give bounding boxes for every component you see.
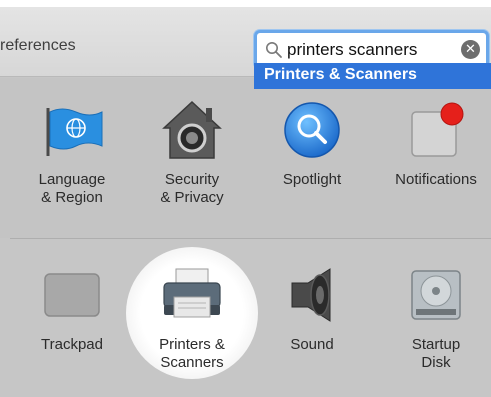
pane-sound[interactable]: Sound [262,239,362,397]
magnifier-icon [284,102,340,158]
pane-label: Printers & [159,336,225,353]
pane-security-privacy[interactable]: Security & Privacy [142,78,242,238]
pane-label: Trackpad [41,336,103,353]
pane-label: & Region [41,189,103,206]
hard-disk-icon [411,270,461,320]
notifications-icon [411,102,464,157]
clear-search-icon[interactable]: ✕ [461,40,480,59]
pane-printers-scanners[interactable]: Printers & Scanners [142,239,242,397]
pane-label: Startup [411,336,461,353]
flag-globe-icon [46,108,103,156]
search-icon [266,42,282,58]
pane-label: Scanners [160,354,224,371]
pane-label: & Privacy [160,189,224,206]
pane-label: Security [164,171,220,188]
speaker-icon [291,268,331,322]
preferences-row-hardware: Trackpad Printers & Scanners Sound Start… [0,239,491,397]
window-title: references [0,37,76,54]
pane-label: Language [38,171,106,188]
pane-startup-disk[interactable]: Startup Disk [381,239,491,397]
pane-label: Sound [290,336,334,353]
pane-label: Spotlight [282,171,342,188]
trackpad-icon [44,273,100,317]
window-top-edge [0,0,491,7]
pane-language-region[interactable]: Language & Region [22,78,122,238]
preferences-row-personal: Language & Region Security & Privacy Spo… [0,78,491,238]
search-input[interactable] [287,38,447,62]
pane-notifications[interactable]: Notifications [381,78,491,238]
pane-spotlight[interactable]: Spotlight [262,78,362,238]
pane-trackpad[interactable]: Trackpad [22,239,122,397]
search-suggestion-printers-scanners[interactable]: Printers & Scanners [254,63,491,89]
printer-icon [163,268,221,318]
house-lock-icon [162,100,222,159]
pane-label: Notifications [395,171,477,188]
pane-label: Disk [421,354,451,371]
